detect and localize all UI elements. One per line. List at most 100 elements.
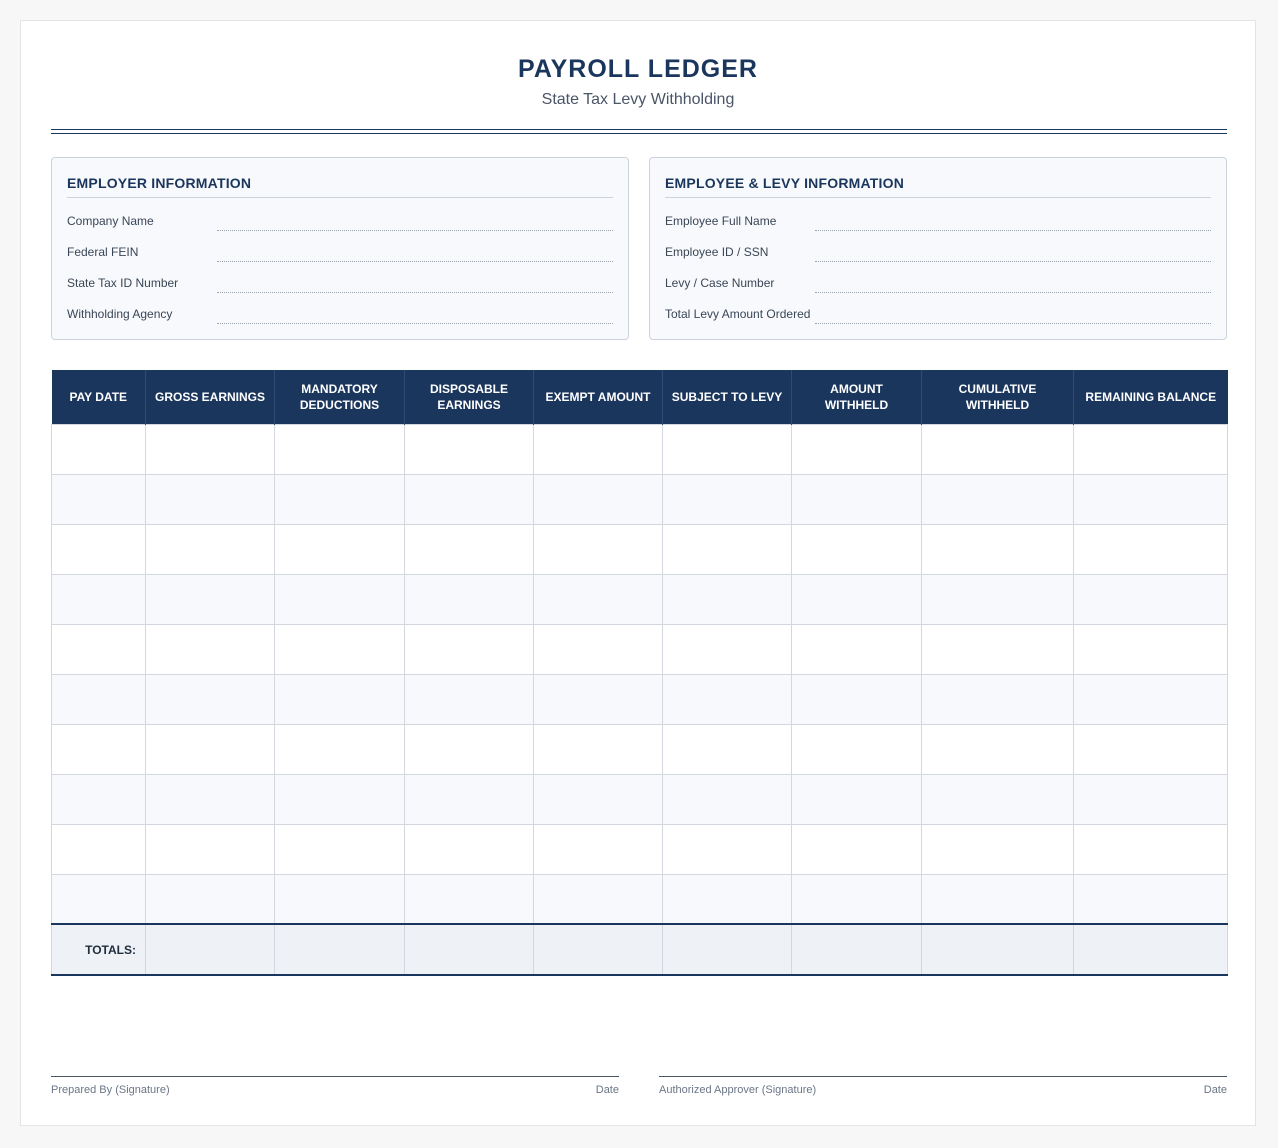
ledger-cell[interactable] [404, 773, 534, 825]
ledger-cell[interactable] [1073, 623, 1228, 675]
state-tax-id-field[interactable]: State Tax ID Number [67, 276, 613, 296]
ledger-cell[interactable] [51, 773, 146, 825]
field-line[interactable] [815, 230, 1211, 231]
ledger-cell[interactable] [274, 673, 405, 725]
ledger-cell[interactable] [921, 673, 1074, 725]
ledger-cell[interactable] [791, 623, 922, 675]
ledger-cell[interactable] [791, 723, 922, 775]
federal-fein-field[interactable]: Federal FEIN [67, 245, 613, 265]
ledger-cell[interactable] [145, 873, 275, 925]
ledger-cell[interactable] [1073, 523, 1228, 575]
ledger-cell[interactable] [533, 823, 663, 875]
ledger-cell[interactable] [662, 473, 792, 525]
ledger-cell[interactable] [791, 823, 922, 875]
ledger-cell[interactable] [51, 823, 146, 875]
ledger-cell[interactable] [274, 623, 405, 675]
withholding-agency-field[interactable]: Withholding Agency [67, 307, 613, 327]
ledger-cell[interactable] [145, 473, 275, 525]
ledger-cell[interactable] [145, 673, 275, 725]
ledger-cell[interactable] [921, 573, 1074, 625]
field-line[interactable] [815, 261, 1211, 262]
ledger-cell[interactable] [145, 823, 275, 875]
ledger-cell[interactable] [662, 623, 792, 675]
ledger-cell[interactable] [1073, 473, 1228, 525]
ledger-cell[interactable] [533, 673, 663, 725]
ledger-cell[interactable] [404, 873, 534, 925]
field-line[interactable] [815, 292, 1211, 293]
ledger-cell[interactable] [533, 873, 663, 925]
ledger-cell[interactable] [533, 523, 663, 575]
field-line[interactable] [217, 261, 613, 262]
field-line[interactable] [815, 323, 1211, 324]
ledger-cell[interactable] [404, 823, 534, 875]
ledger-cell[interactable] [662, 873, 792, 925]
ledger-cell[interactable] [404, 723, 534, 775]
ledger-cell[interactable] [533, 773, 663, 825]
ledger-cell[interactable] [51, 723, 146, 775]
ledger-cell[interactable] [51, 673, 146, 725]
ledger-cell[interactable] [1073, 423, 1228, 475]
ledger-cell[interactable] [1073, 573, 1228, 625]
approver-signature-line[interactable]: Authorized Approver (Signature) Date [659, 1076, 1227, 1096]
employee-id-field[interactable]: Employee ID / SSN [665, 245, 1211, 265]
ledger-cell[interactable] [791, 573, 922, 625]
ledger-cell[interactable] [662, 773, 792, 825]
ledger-cell[interactable] [1073, 673, 1228, 725]
ledger-cell[interactable] [404, 673, 534, 725]
company-name-field[interactable]: Company Name [67, 214, 613, 234]
total-remaining-balance-cell[interactable] [1073, 923, 1228, 976]
ledger-cell[interactable] [145, 423, 275, 475]
levy-case-number-field[interactable]: Levy / Case Number [665, 276, 1211, 296]
ledger-cell[interactable] [662, 723, 792, 775]
total-gross-earnings-cell[interactable] [145, 923, 275, 976]
ledger-cell[interactable] [145, 723, 275, 775]
ledger-cell[interactable] [921, 473, 1074, 525]
ledger-cell[interactable] [662, 523, 792, 575]
ledger-cell[interactable] [404, 423, 534, 475]
ledger-cell[interactable] [51, 623, 146, 675]
ledger-cell[interactable] [1073, 723, 1228, 775]
ledger-cell[interactable] [791, 773, 922, 825]
ledger-cell[interactable] [404, 573, 534, 625]
total-exempt-amount-cell[interactable] [533, 923, 663, 976]
ledger-cell[interactable] [51, 573, 146, 625]
ledger-cell[interactable] [145, 623, 275, 675]
ledger-cell[interactable] [1073, 773, 1228, 825]
ledger-cell[interactable] [921, 423, 1074, 475]
ledger-cell[interactable] [921, 823, 1074, 875]
ledger-cell[interactable] [274, 473, 405, 525]
ledger-cell[interactable] [1073, 823, 1228, 875]
field-line[interactable] [217, 292, 613, 293]
ledger-cell[interactable] [791, 873, 922, 925]
ledger-cell[interactable] [791, 423, 922, 475]
ledger-cell[interactable] [921, 623, 1074, 675]
ledger-cell[interactable] [921, 773, 1074, 825]
ledger-cell[interactable] [274, 723, 405, 775]
ledger-cell[interactable] [274, 823, 405, 875]
field-line[interactable] [217, 230, 613, 231]
total-levy-amount-field[interactable]: Total Levy Amount Ordered [665, 307, 1211, 327]
ledger-cell[interactable] [404, 623, 534, 675]
ledger-cell[interactable] [791, 673, 922, 725]
ledger-cell[interactable] [533, 423, 663, 475]
ledger-cell[interactable] [662, 423, 792, 475]
field-line[interactable] [217, 323, 613, 324]
ledger-cell[interactable] [404, 473, 534, 525]
ledger-cell[interactable] [662, 573, 792, 625]
ledger-cell[interactable] [533, 473, 663, 525]
ledger-cell[interactable] [1073, 873, 1228, 925]
total-cumulative-withheld-cell[interactable] [921, 923, 1074, 976]
ledger-cell[interactable] [274, 773, 405, 825]
ledger-cell[interactable] [145, 773, 275, 825]
total-subject-to-levy-cell[interactable] [662, 923, 792, 976]
ledger-cell[interactable] [274, 423, 405, 475]
ledger-cell[interactable] [404, 523, 534, 575]
total-disposable-earnings-cell[interactable] [404, 923, 534, 976]
ledger-cell[interactable] [51, 423, 146, 475]
ledger-cell[interactable] [921, 523, 1074, 575]
ledger-cell[interactable] [662, 673, 792, 725]
ledger-cell[interactable] [145, 523, 275, 575]
ledger-cell[interactable] [51, 873, 146, 925]
total-amount-withheld-cell[interactable] [791, 923, 922, 976]
ledger-cell[interactable] [274, 523, 405, 575]
